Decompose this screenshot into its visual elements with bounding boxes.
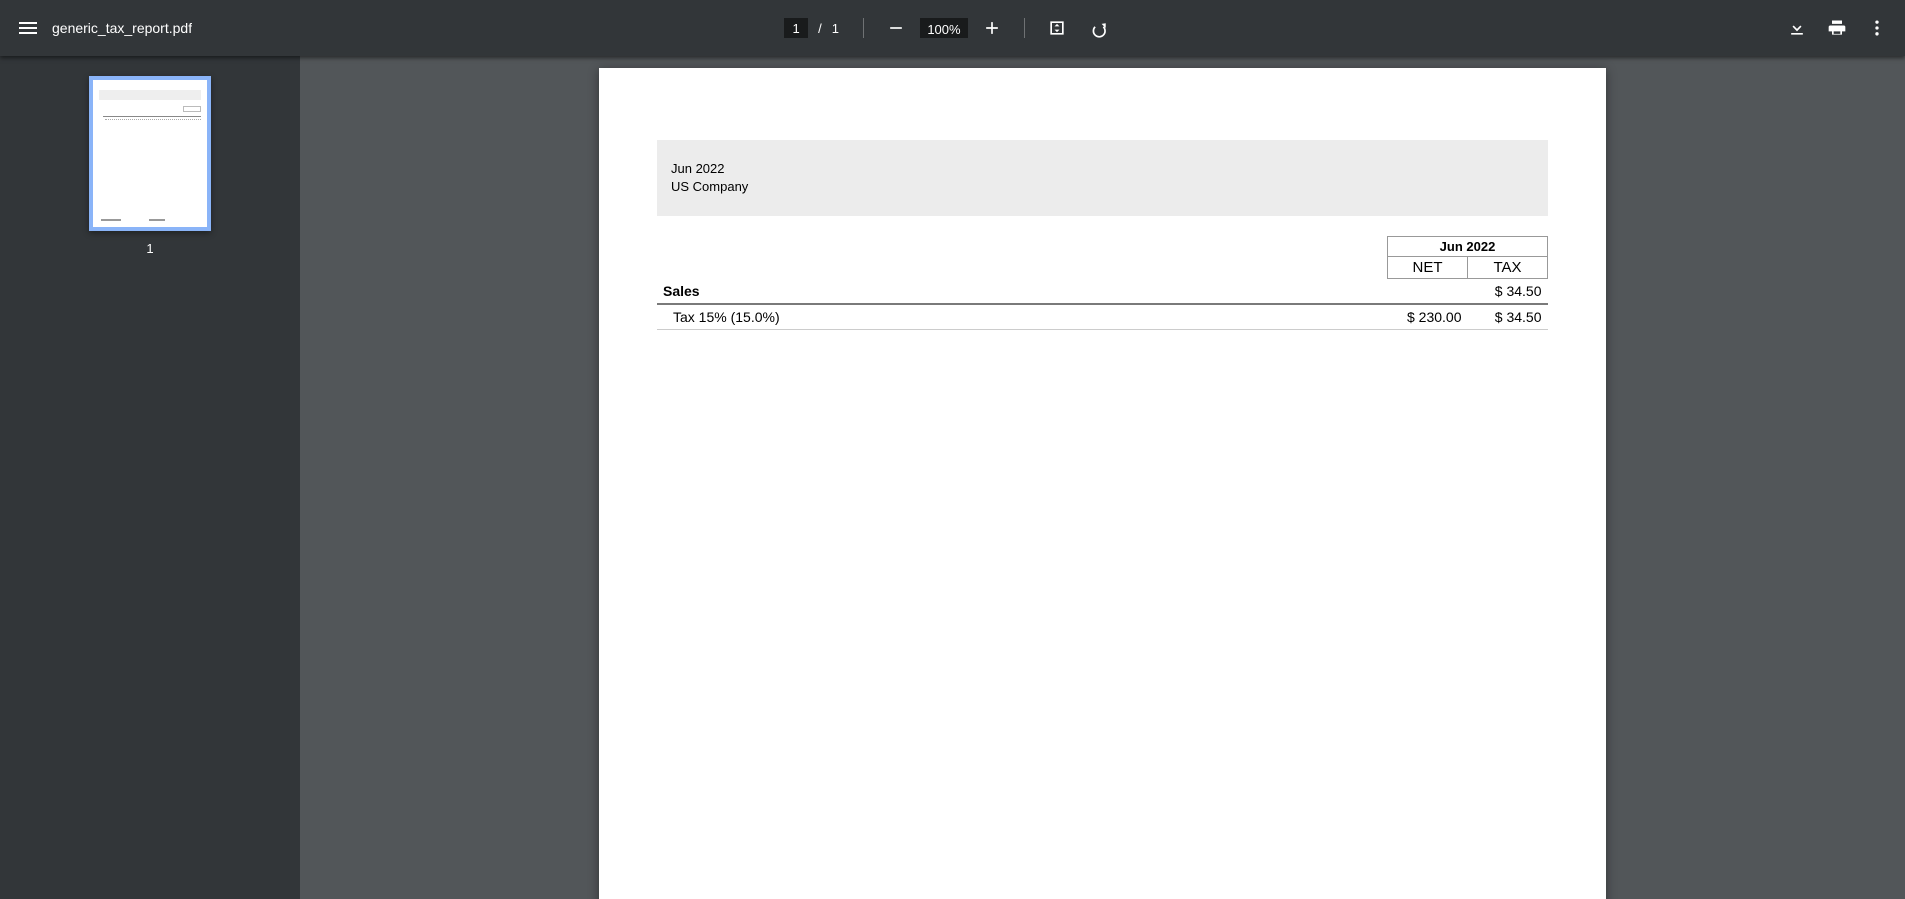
zoom-in-button[interactable] xyxy=(972,8,1012,48)
row-label: Tax 15% (15.0%) xyxy=(657,304,1388,330)
menu-button[interactable] xyxy=(8,8,48,48)
page-separator: / xyxy=(812,21,828,36)
report-period: Jun 2022 xyxy=(671,160,1534,178)
minus-icon xyxy=(886,18,906,38)
more-actions-button[interactable] xyxy=(1857,8,1897,48)
rotate-button[interactable] xyxy=(1081,8,1121,48)
body: 1 Jun 2022 US Company xyxy=(0,56,1905,899)
download-button[interactable] xyxy=(1777,8,1817,48)
plus-icon xyxy=(982,18,1002,38)
report-table: Jun 2022 NET TAX Sales $ 34.50 xyxy=(657,236,1548,330)
row-net xyxy=(1388,279,1468,305)
report-company: US Company xyxy=(671,178,1534,196)
table-row: Tax 15% (15.0%) $ 230.00 $ 34.50 xyxy=(657,304,1548,330)
more-vert-icon xyxy=(1867,18,1887,38)
col-header-tax: TAX xyxy=(1468,257,1548,279)
table-period-header: Jun 2022 xyxy=(1388,237,1548,257)
download-icon xyxy=(1787,18,1807,38)
file-name: generic_tax_report.pdf xyxy=(52,20,192,36)
row-tax: $ 34.50 xyxy=(1468,304,1548,330)
thumbnail-preview[interactable] xyxy=(89,76,211,231)
col-header-net: NET xyxy=(1388,257,1468,279)
zoom-out-button[interactable] xyxy=(876,8,916,48)
row-tax: $ 34.50 xyxy=(1468,279,1548,305)
row-label: Sales xyxy=(657,279,1388,305)
row-net: $ 230.00 xyxy=(1388,304,1468,330)
report-header: Jun 2022 US Company xyxy=(657,140,1548,216)
fit-page-button[interactable] xyxy=(1037,8,1077,48)
print-icon xyxy=(1827,18,1847,38)
toolbar-divider xyxy=(863,18,864,38)
print-button[interactable] xyxy=(1817,8,1857,48)
thumbnail-label: 1 xyxy=(146,241,153,256)
fit-page-icon xyxy=(1047,18,1067,38)
thumbnail-sidebar: 1 xyxy=(0,56,300,899)
zoom-level[interactable]: 100% xyxy=(920,18,968,38)
toolbar-divider xyxy=(1024,18,1025,38)
page-total: 1 xyxy=(832,21,851,36)
thumbnail-item[interactable]: 1 xyxy=(89,76,211,256)
hamburger-icon xyxy=(16,16,40,40)
rotate-icon xyxy=(1091,18,1111,38)
toolbar: generic_tax_report.pdf / 1 100% xyxy=(0,0,1905,56)
page-number-input[interactable] xyxy=(784,18,808,38)
table-row: Sales $ 34.50 xyxy=(657,279,1548,305)
page-1: Jun 2022 US Company Jun 2022 xyxy=(599,68,1606,899)
document-viewer[interactable]: Jun 2022 US Company Jun 2022 xyxy=(300,56,1905,899)
